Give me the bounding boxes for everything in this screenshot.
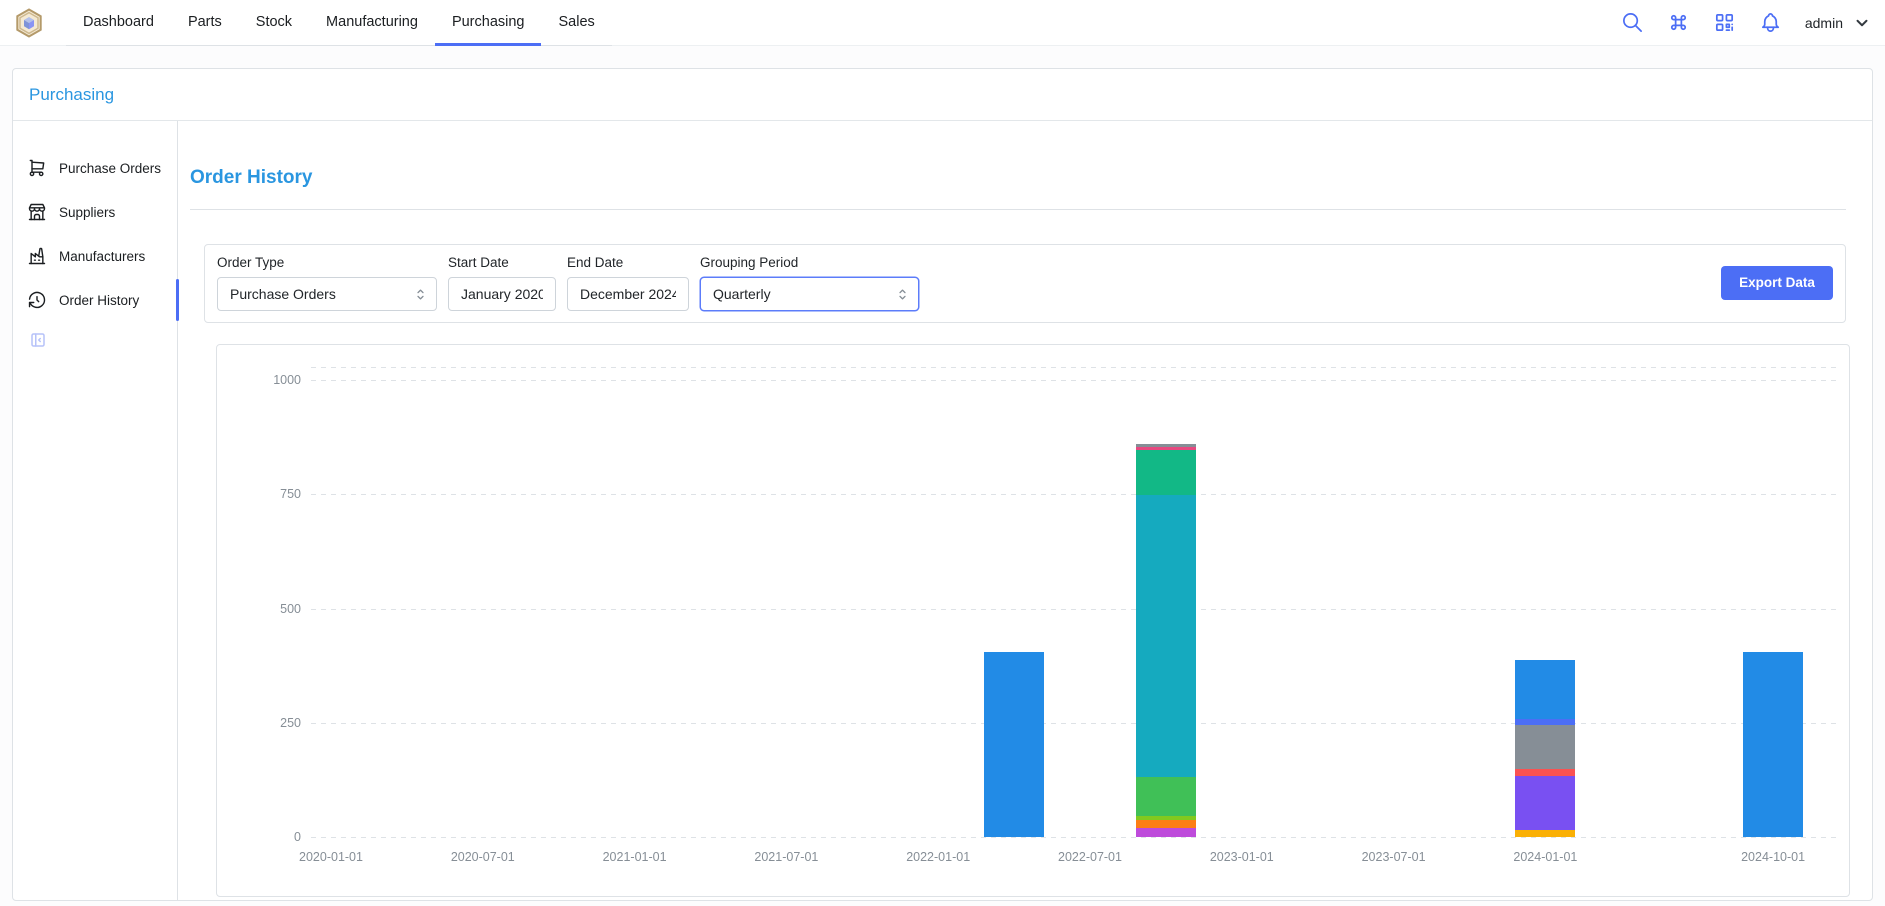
grouping-period-label: Grouping Period	[700, 255, 919, 270]
order-type-label: Order Type	[217, 255, 437, 270]
x-axis-tick-label: 2021-07-01	[731, 850, 841, 864]
history-icon	[27, 290, 47, 310]
y-gridline	[311, 609, 1837, 610]
bar-segment-2024-01-01[interactable]	[1515, 719, 1575, 725]
tab-sales[interactable]: Sales	[541, 0, 611, 46]
selector-icon	[413, 287, 428, 302]
sidebar-collapse-icon[interactable]	[29, 331, 47, 349]
y-axis-tick-label: 0	[241, 830, 301, 844]
sidebar-item-label: Purchase Orders	[59, 161, 161, 176]
bar-segment-2024-01-01[interactable]	[1515, 776, 1575, 830]
x-axis-tick-label: 2020-07-01	[428, 850, 538, 864]
inventree-logo-icon[interactable]	[14, 8, 44, 38]
sidebar-item-purchase-orders[interactable]: Purchase Orders	[13, 155, 177, 181]
sidebar-item-label: Manufacturers	[59, 249, 145, 264]
sidebar-item-manufacturers[interactable]: Manufacturers	[13, 243, 177, 269]
bar-segment-2022-10-01[interactable]	[1136, 495, 1196, 777]
order-type-select[interactable]: Purchase Orders	[217, 277, 437, 311]
grouping-period-field: Grouping Period Quarterly	[700, 255, 919, 311]
x-axis-tick-label: 2022-07-01	[1035, 850, 1145, 864]
start-date-label: Start Date	[448, 255, 556, 270]
title-divider	[190, 209, 1846, 210]
bar-segment-2022-10-01[interactable]	[1136, 828, 1196, 837]
building-store-icon	[27, 202, 47, 222]
start-date-field: Start Date	[448, 255, 556, 311]
tab-dashboard[interactable]: Dashboard	[66, 0, 171, 46]
export-data-button[interactable]: Export Data	[1721, 266, 1833, 300]
bar-segment-2022-10-01[interactable]	[1136, 447, 1196, 450]
x-axis-tick-label: 2024-10-01	[1718, 850, 1828, 864]
sidebar-item-label: Suppliers	[59, 205, 115, 220]
tab-manufacturing[interactable]: Manufacturing	[309, 0, 435, 46]
main-nav-tabs: Dashboard Parts Stock Manufacturing Purc…	[66, 0, 612, 46]
active-item-indicator	[176, 279, 179, 321]
order-type-value: Purchase Orders	[230, 286, 336, 302]
x-axis-tick-label: 2023-07-01	[1339, 850, 1449, 864]
start-date-input[interactable]	[448, 277, 556, 311]
chevron-down-icon	[1853, 14, 1871, 32]
bar-segment-2024-10-01[interactable]	[1743, 652, 1803, 837]
breadcrumb: Purchasing	[13, 69, 1872, 121]
order-type-field: Order Type Purchase Orders	[217, 255, 437, 311]
top-navigation-bar: Dashboard Parts Stock Manufacturing Purc…	[0, 0, 1885, 46]
sidebar-item-suppliers[interactable]: Suppliers	[13, 199, 177, 225]
end-date-label: End Date	[567, 255, 689, 270]
breadcrumb-purchasing-link[interactable]: Purchasing	[29, 85, 114, 105]
selector-icon	[895, 287, 910, 302]
search-icon[interactable]	[1621, 11, 1644, 34]
bar-segment-2024-01-01[interactable]	[1515, 660, 1575, 719]
x-axis-tick-label: 2022-01-01	[883, 850, 993, 864]
y-gridline	[311, 723, 1837, 724]
bar-segment-2024-01-01[interactable]	[1515, 769, 1575, 776]
bar-segment-2022-10-01[interactable]	[1136, 820, 1196, 828]
x-axis-tick-label: 2024-01-01	[1490, 850, 1600, 864]
chart-top-gridline	[311, 367, 1837, 368]
command-icon[interactable]	[1667, 11, 1690, 34]
end-date-input[interactable]	[567, 277, 689, 311]
y-gridline	[311, 380, 1837, 381]
sidebar-item-label: Order History	[59, 293, 139, 308]
user-menu[interactable]: admin	[1805, 14, 1871, 32]
y-axis-tick-label: 500	[241, 602, 301, 616]
order-history-chart: 0 250 500 750 1000 2020-01-01 2020-07-01 2021-0…	[216, 344, 1850, 897]
user-name-label: admin	[1805, 15, 1843, 31]
factory-icon	[27, 246, 47, 266]
shopping-cart-icon	[27, 158, 47, 178]
purchasing-sidebar: Purchase Orders Suppliers Manufacturers	[13, 121, 178, 900]
y-gridline	[311, 494, 1837, 495]
bar-segment-2024-01-01[interactable]	[1515, 725, 1575, 770]
bar-segment-2022-10-01[interactable]	[1136, 816, 1196, 820]
x-axis-tick-label: 2020-01-01	[276, 850, 386, 864]
x-axis-tick-label: 2023-01-01	[1187, 850, 1297, 864]
qrcode-scan-icon[interactable]	[1713, 11, 1736, 34]
y-axis-tick-label: 1000	[241, 373, 301, 387]
grouping-period-select[interactable]: Quarterly	[700, 277, 919, 311]
y-axis-tick-label: 250	[241, 716, 301, 730]
bar-segment-2022-10-01[interactable]	[1136, 450, 1196, 495]
tab-stock[interactable]: Stock	[239, 0, 309, 46]
sidebar-item-order-history[interactable]: Order History	[13, 287, 177, 313]
bar-segment-2022-10-01[interactable]	[1136, 777, 1196, 816]
y-gridline	[311, 837, 1837, 838]
grouping-period-value: Quarterly	[713, 286, 771, 302]
bar-segment-2022-10-01[interactable]	[1136, 444, 1196, 447]
tab-purchasing[interactable]: Purchasing	[435, 0, 542, 46]
header-actions: admin	[1621, 11, 1871, 34]
tab-parts[interactable]: Parts	[171, 0, 239, 46]
page-title: Order History	[190, 167, 1872, 189]
page-card: Purchasing Purchase Orders Suppliers	[12, 68, 1873, 901]
y-axis-tick-label: 750	[241, 487, 301, 501]
notifications-bell-icon[interactable]	[1759, 11, 1782, 34]
filter-toolbar: Order Type Purchase Orders Start Date En…	[204, 244, 1846, 323]
bar-segment-2022-04-01[interactable]	[984, 652, 1044, 837]
x-axis-tick-label: 2021-01-01	[580, 850, 690, 864]
bar-segment-2024-01-01[interactable]	[1515, 830, 1575, 837]
order-history-panel: Order History Order Type Purchase Orders…	[178, 121, 1872, 900]
end-date-field: End Date	[567, 255, 689, 311]
